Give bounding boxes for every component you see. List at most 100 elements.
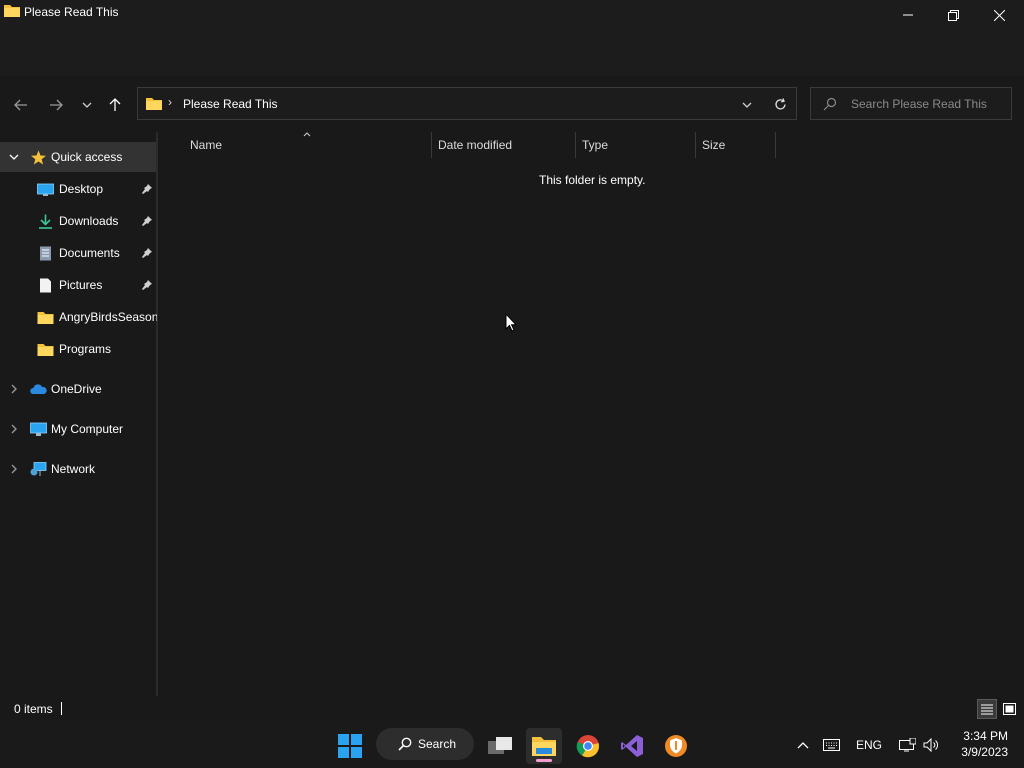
clock-date: 3/9/2023 <box>961 745 1008 759</box>
details-view-icon <box>981 704 993 714</box>
sidebar-item-label: Documents <box>59 246 120 260</box>
mouse-pointer-icon <box>505 313 517 332</box>
recent-locations-button[interactable] <box>74 92 100 118</box>
sidebar-item-label: AngryBirdsSeasons <box>59 310 157 324</box>
keyboard-icon <box>822 739 840 751</box>
show-hidden-icons-button[interactable] <box>795 736 811 754</box>
visual-studio-icon <box>621 735 643 757</box>
sidebar-item-quick-access[interactable]: Quick access <box>0 142 156 172</box>
sidebar-item-programs[interactable]: Programs <box>0 334 156 364</box>
column-header-size[interactable]: Size <box>696 132 775 158</box>
address-history-button[interactable] <box>738 96 756 114</box>
search-placeholder: Search Please Read This <box>851 97 987 111</box>
pin-icon[interactable] <box>141 183 153 195</box>
folder-icon <box>37 344 54 356</box>
expand-chevron[interactable] <box>8 383 20 395</box>
onedrive-icon <box>30 384 47 394</box>
refresh-button[interactable] <box>770 94 790 114</box>
column-header-type[interactable]: Type <box>576 132 695 158</box>
sidebar-item-label: Quick access <box>51 150 123 164</box>
sort-ascending-icon <box>303 132 311 137</box>
sidebar-item-label: Pictures <box>59 278 103 292</box>
desktop-icon <box>37 183 54 196</box>
close-button[interactable] <box>976 0 1022 30</box>
download-icon <box>39 214 52 229</box>
column-header-name[interactable]: Name <box>184 132 432 158</box>
restore-button[interactable] <box>930 0 976 30</box>
task-view-icon <box>488 737 512 754</box>
status-divider <box>61 702 62 715</box>
documents-icon <box>40 246 51 261</box>
pin-icon[interactable] <box>141 215 153 227</box>
file-explorer-icon <box>532 737 556 756</box>
sidebar-item-downloads[interactable]: Downloads <box>0 206 156 236</box>
touch-keyboard-button[interactable] <box>821 736 841 754</box>
breadcrumb-current-folder[interactable]: Please Read This <box>183 97 278 111</box>
pictures-icon <box>40 278 51 293</box>
sidebar-item-pictures[interactable]: Pictures <box>0 270 156 300</box>
forward-button[interactable] <box>43 92 69 118</box>
chrome-taskbar-button[interactable] <box>570 728 606 764</box>
minimize-icon <box>903 14 913 16</box>
visual-studio-taskbar-button[interactable] <box>614 728 650 764</box>
navigation-pane: Quick access Desktop Downloads Documents… <box>0 132 158 696</box>
input-language-indicator[interactable]: ENG <box>856 736 882 754</box>
sidebar-item-documents[interactable]: Documents <box>0 238 156 268</box>
volume-icon <box>923 738 938 752</box>
empty-folder-message: This folder is empty. <box>539 173 646 187</box>
security-app-taskbar-button[interactable] <box>658 728 694 764</box>
column-header-label: Size <box>702 138 726 152</box>
item-count: 0 items <box>14 702 53 716</box>
network-icon <box>30 462 47 476</box>
column-header-date-modified[interactable]: Date modified <box>432 132 575 158</box>
sidebar-item-desktop[interactable]: Desktop <box>0 174 156 204</box>
shield-app-icon <box>665 735 687 757</box>
pin-icon[interactable] <box>141 279 153 291</box>
chevron-up-icon <box>797 741 809 748</box>
sidebar-item-label: Desktop <box>59 182 104 196</box>
network-status-icon <box>898 738 916 752</box>
computer-icon <box>30 422 47 436</box>
chevron-down-icon <box>9 154 19 160</box>
close-icon <box>993 9 1005 21</box>
sidebar-item-label: Programs <box>59 342 112 356</box>
volume-button[interactable] <box>921 736 941 754</box>
address-bar[interactable]: › Please Read This <box>137 87 797 120</box>
task-view-button[interactable] <box>482 728 518 764</box>
up-button[interactable] <box>102 92 128 118</box>
active-app-indicator <box>536 759 552 762</box>
chevron-right-icon <box>11 384 17 394</box>
search-icon <box>398 737 412 751</box>
sidebar-item-angrybirdsseasons[interactable]: AngryBirdsSeasons <box>0 302 157 332</box>
back-button[interactable] <box>8 92 34 118</box>
ribbon-area <box>0 30 1024 76</box>
windows-logo-icon <box>338 734 362 758</box>
column-separator[interactable] <box>775 132 776 158</box>
folder-icon <box>37 312 54 324</box>
large-icons-view-button[interactable] <box>999 699 1019 719</box>
chevron-right-icon <box>11 424 17 434</box>
chevron-down-icon <box>742 102 752 108</box>
arrow-up-icon <box>109 98 121 111</box>
details-view-button[interactable] <box>977 699 997 719</box>
breadcrumb-separator[interactable]: › <box>168 95 172 109</box>
minimize-button[interactable] <box>885 0 931 30</box>
pin-icon[interactable] <box>141 247 153 259</box>
search-box[interactable]: Search Please Read This <box>810 87 1012 120</box>
status-bar: 0 items <box>0 696 1024 722</box>
sidebar-item-network[interactable]: Network <box>0 454 156 484</box>
folder-icon <box>4 5 20 17</box>
chevron-right-icon <box>11 464 17 474</box>
taskbar-search-button[interactable]: Search <box>376 728 474 760</box>
sidebar-item-my-computer[interactable]: My Computer <box>0 414 156 444</box>
expand-chevron[interactable] <box>8 423 20 435</box>
file-list[interactable]: Name Date modified Type Size This folder… <box>160 132 1024 696</box>
start-button[interactable] <box>332 728 368 764</box>
network-status-button[interactable] <box>897 736 917 754</box>
sidebar-item-onedrive[interactable]: OneDrive <box>0 374 156 404</box>
chevron-down-icon <box>82 102 92 108</box>
expand-chevron[interactable] <box>8 151 20 163</box>
expand-chevron[interactable] <box>8 463 20 475</box>
column-header-label: Type <box>582 138 609 152</box>
system-clock[interactable]: 3:34 PM 3/9/2023 <box>952 728 1008 760</box>
